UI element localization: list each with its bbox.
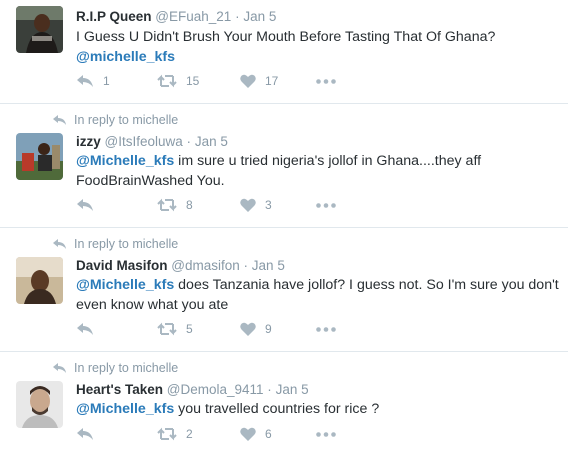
retweet-count: 5 xyxy=(186,322,193,336)
action-bar: 2 6 xyxy=(76,427,496,447)
tweet-header: Heart's Taken @Demola_9411 · Jan 5 xyxy=(76,382,309,397)
like-count: 17 xyxy=(265,74,279,88)
action-bar: 5 9 xyxy=(76,322,496,342)
more-icon xyxy=(316,327,336,332)
retweet-icon xyxy=(157,198,177,212)
mention-link[interactable]: @Michelle_kfs xyxy=(76,153,174,169)
separator-dot: · xyxy=(267,382,272,397)
tweet-body: you travelled countries for rice ? xyxy=(174,401,380,417)
reply-context[interactable]: In reply to michelle xyxy=(53,237,178,251)
more-button[interactable] xyxy=(316,203,336,208)
retweet-icon xyxy=(157,322,177,336)
author-handle[interactable]: @Demola_9411 xyxy=(167,382,264,397)
separator-dot: · xyxy=(243,258,249,273)
reply-context-icon xyxy=(53,115,66,125)
heart-icon xyxy=(240,427,256,441)
author-handle[interactable]: @ItsIfeoluwa xyxy=(105,134,183,149)
timestamp[interactable]: Jan 5 xyxy=(195,134,228,149)
retweet-icon xyxy=(157,74,177,88)
reply-icon xyxy=(77,323,93,335)
avatar[interactable] xyxy=(16,257,63,304)
like-button[interactable]: 17 xyxy=(240,74,278,88)
reply-context[interactable]: In reply to michelle xyxy=(53,113,178,127)
tweet-text: @Michelle_kfs you travelled countries fo… xyxy=(76,400,561,420)
more-button[interactable] xyxy=(316,432,336,437)
reply-context-icon xyxy=(53,239,66,249)
reply-context-label: In reply to michelle xyxy=(74,237,179,251)
more-icon xyxy=(316,432,336,437)
like-count: 6 xyxy=(265,427,272,441)
retweet-icon xyxy=(157,427,177,441)
author-name[interactable]: izzy xyxy=(76,134,101,149)
author-handle[interactable]: @EFuah_21 xyxy=(155,9,231,24)
retweet-button[interactable]: 5 xyxy=(157,322,193,336)
reply-icon xyxy=(77,428,93,440)
like-button[interactable]: 6 xyxy=(240,427,272,441)
more-icon xyxy=(316,203,336,208)
reply-context-icon xyxy=(53,363,66,373)
heart-icon xyxy=(240,198,256,212)
mention-link[interactable]: @Michelle_kfs xyxy=(76,277,174,293)
avatar[interactable] xyxy=(16,381,63,428)
author-name[interactable]: David Masifon xyxy=(76,258,168,273)
reply-context-label: In reply to michelle xyxy=(74,113,179,127)
author-name[interactable]: R.I.P Queen xyxy=(76,9,152,24)
like-count: 9 xyxy=(265,322,272,336)
timestamp[interactable]: Jan 5 xyxy=(243,9,276,24)
separator-dot: · xyxy=(186,134,192,149)
retweet-button[interactable]: 15 xyxy=(157,74,199,88)
retweet-button[interactable]: 8 xyxy=(157,198,193,212)
tweet-1[interactable]: R.I.P Queen @EFuah_21 · Jan 5 I Guess U … xyxy=(0,0,568,104)
more-icon xyxy=(316,79,336,84)
tweet-text: @Michelle_kfs im sure u tried nigeria's … xyxy=(76,152,561,191)
reply-button[interactable] xyxy=(76,322,94,336)
retweet-count: 15 xyxy=(186,74,200,88)
mention-link[interactable]: @Michelle_kfs xyxy=(76,401,174,417)
like-button[interactable]: 3 xyxy=(240,198,272,212)
tweet-text: I Guess U Didn't Brush Your Mouth Before… xyxy=(76,28,561,67)
more-button[interactable] xyxy=(316,79,336,84)
tweet-3[interactable]: In reply to michelle David Masifon @dmas… xyxy=(0,228,568,352)
tweet-header: R.I.P Queen @EFuah_21 · Jan 5 xyxy=(76,9,276,24)
avatar[interactable] xyxy=(16,133,63,180)
retweet-count: 2 xyxy=(186,427,193,441)
author-handle[interactable]: @dmasifon xyxy=(171,258,239,273)
tweet-header: izzy @ItsIfeoluwa · Jan 5 xyxy=(76,134,228,149)
heart-icon xyxy=(240,74,256,88)
reply-icon xyxy=(77,199,93,211)
reply-icon xyxy=(77,75,93,87)
reply-context-label: In reply to michelle xyxy=(74,361,179,375)
heart-icon xyxy=(240,322,256,336)
tweet-2[interactable]: In reply to michelle izzy @ItsIfeoluwa ·… xyxy=(0,104,568,228)
tweet-text-line: I Guess U Didn't Brush Your Mouth Before… xyxy=(76,29,496,45)
reply-button[interactable] xyxy=(76,198,94,212)
retweet-count: 8 xyxy=(186,198,193,212)
mention-link[interactable]: @michelle_kfs xyxy=(76,49,175,65)
action-bar: 8 3 xyxy=(76,198,496,218)
reply-button[interactable] xyxy=(76,427,94,441)
tweet-4[interactable]: In reply to michelle Heart's Taken @Demo… xyxy=(0,352,568,456)
like-count: 3 xyxy=(265,198,272,212)
separator-dot: · xyxy=(235,9,240,24)
action-bar: 1 15 17 xyxy=(76,74,496,94)
tweet-header: David Masifon @dmasifon · Jan 5 xyxy=(76,258,285,273)
avatar[interactable] xyxy=(16,6,63,53)
more-button[interactable] xyxy=(316,327,336,332)
retweet-button[interactable]: 2 xyxy=(157,427,193,441)
timestamp[interactable]: Jan 5 xyxy=(252,258,285,273)
reply-count: 1 xyxy=(103,74,110,88)
tweet-text: @Michelle_kfs does Tanzania have jollof?… xyxy=(76,276,561,315)
timestamp[interactable]: Jan 5 xyxy=(276,382,309,397)
like-button[interactable]: 9 xyxy=(240,322,272,336)
author-name[interactable]: Heart's Taken xyxy=(76,382,163,397)
reply-button[interactable]: 1 xyxy=(76,74,110,88)
reply-context[interactable]: In reply to michelle xyxy=(53,361,178,375)
